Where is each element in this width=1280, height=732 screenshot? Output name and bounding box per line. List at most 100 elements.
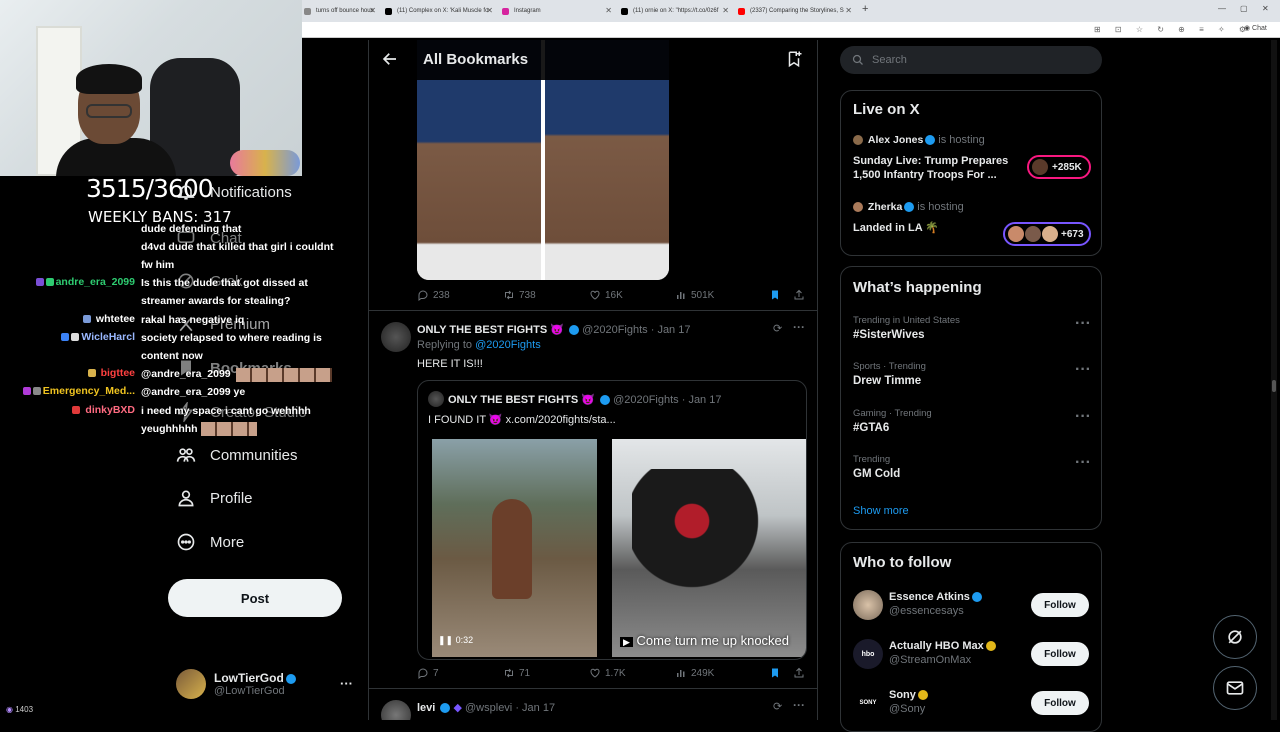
live-listeners-pill[interactable]: +285K	[1027, 155, 1091, 179]
viewer-count: ◉ 1403	[6, 705, 34, 714]
browser-tab[interactable]: turns off bounce hous ✕	[300, 3, 380, 20]
copilot-icon[interactable]: ◉ Chat	[1244, 24, 1274, 36]
messages-float-button[interactable]	[1213, 666, 1257, 710]
reply-button[interactable]: 7	[417, 667, 503, 679]
tweet-more-icon[interactable]: ···	[793, 320, 805, 334]
tweet-date[interactable]: · Jan 17	[651, 324, 691, 336]
webcam-plush	[230, 150, 300, 176]
nav-communities[interactable]: Communities	[176, 445, 298, 465]
retweet-button[interactable]: 71	[503, 667, 589, 679]
close-icon[interactable]: ✕	[486, 6, 493, 15]
webcam-glasses	[86, 104, 132, 118]
replying-to-link[interactable]: @2020Fights	[475, 339, 541, 351]
retweet-button[interactable]: 738	[503, 289, 589, 301]
nav-profile[interactable]: Profile	[176, 488, 253, 508]
like-button[interactable]: 1.7K	[589, 667, 675, 679]
pause-icon[interactable]: ❚❚ 0:32	[438, 635, 473, 646]
live-listeners-pill[interactable]: +673	[1003, 222, 1091, 246]
card-title: Who to follow	[853, 554, 952, 571]
share-button[interactable]	[793, 667, 805, 679]
video-player[interactable]: ▶ Come turn me up knocked	[612, 439, 806, 657]
scrollbar-thumb[interactable]	[1272, 380, 1276, 392]
browser-tab[interactable]: (11) Complex on X: 'Kali Muscle fo ✕	[381, 3, 497, 20]
chat-message: dude defending that	[141, 223, 242, 235]
close-icon[interactable]: ✕	[605, 6, 612, 15]
show-more-link[interactable]: Show more	[853, 505, 909, 517]
tweet-author[interactable]: levi	[417, 702, 435, 714]
nav-more[interactable]: More	[176, 532, 244, 552]
account-switcher[interactable]: LowTierGod @LowTierGod	[176, 669, 296, 699]
avatar	[176, 669, 206, 699]
video-player[interactable]: ❚❚ 0:32	[432, 439, 597, 657]
minimize-button[interactable]: —	[1218, 4, 1226, 13]
chat-message: fw him	[141, 259, 175, 271]
avatar[interactable]	[381, 322, 411, 352]
tweet-handle[interactable]: @2020Fights	[582, 324, 648, 336]
share-button[interactable]	[793, 289, 805, 301]
communities-icon	[176, 448, 196, 462]
follow-button[interactable]: Follow	[1031, 691, 1089, 715]
grok-analyze-icon[interactable]: ⟳	[773, 700, 782, 713]
reply-icon	[418, 290, 428, 301]
search-input[interactable]: Search	[840, 46, 1102, 74]
avatar[interactable]	[381, 700, 411, 720]
back-arrow-icon[interactable]	[381, 50, 399, 68]
x-logo-icon	[385, 8, 392, 15]
trend-more-icon[interactable]: ···	[1075, 361, 1091, 379]
reply-button[interactable]: 238	[417, 289, 503, 301]
like-button[interactable]: 16K	[589, 289, 675, 301]
trend-more-icon[interactable]: ···	[1075, 408, 1091, 426]
views-button[interactable]: 501K	[675, 289, 769, 301]
tweet-more-icon[interactable]: ···	[793, 698, 805, 712]
replying-to: Replying to @2020Fights	[417, 339, 541, 351]
page-scrollbar[interactable]	[1271, 40, 1277, 720]
tweet-author[interactable]: ONLY THE BEST FIGHTS 😈	[417, 324, 564, 336]
close-icon[interactable]: ✕	[722, 6, 729, 15]
views-button[interactable]: 249K	[675, 667, 769, 679]
bookmark-button[interactable]	[769, 289, 793, 301]
bookmark-button[interactable]	[769, 667, 793, 679]
verified-badge-icon	[904, 202, 915, 213]
browser-tab[interactable]: (2337) Comparing the Storylines, S ✕	[734, 3, 856, 20]
mail-icon	[1226, 681, 1244, 695]
grok-analyze-icon[interactable]: ⟳	[773, 322, 782, 335]
post-button[interactable]: Post	[168, 579, 342, 617]
follow-button[interactable]: Follow	[1031, 593, 1089, 617]
browser-tab[interactable]: Instagram ✕	[498, 3, 616, 20]
tweet-handle[interactable]: @wsplevi	[465, 702, 512, 714]
bookmark-folder-add-icon[interactable]	[785, 50, 803, 73]
tab-favicon-icon	[304, 8, 311, 15]
verified-badge-icon	[917, 690, 928, 701]
chat-badge-icon	[35, 278, 44, 287]
trend-item[interactable]: Sports · Trending Drew Timme ···	[853, 361, 1091, 387]
divider	[369, 310, 817, 311]
trend-more-icon[interactable]: ···	[1075, 315, 1091, 333]
avatar	[1025, 226, 1041, 242]
trend-item[interactable]: Gaming · Trending #GTA6 ···	[853, 408, 1091, 434]
verified-badge-icon	[440, 703, 451, 714]
close-window-button[interactable]: ✕	[1262, 4, 1269, 13]
grok-float-button[interactable]	[1213, 615, 1257, 659]
search-icon	[852, 54, 863, 65]
chat-badge-icon	[22, 387, 31, 396]
quote-handle: @2020Fights	[613, 394, 679, 406]
trend-item[interactable]: Trending in United States #SisterWives ·…	[853, 315, 1091, 341]
emoji-badge-icon: ◆	[453, 702, 462, 714]
follow-button[interactable]: Follow	[1031, 642, 1089, 666]
who-to-follow-card: Who to follow Essence Atkins @essencesay…	[840, 542, 1102, 732]
new-tab-button[interactable]: +	[862, 3, 868, 15]
tweet-actions: 7 71 1.7K 249K	[417, 667, 817, 679]
close-icon[interactable]: ✕	[845, 6, 852, 15]
chat-message: i need my space i cant go wehhhh	[141, 405, 311, 417]
browser-tab[interactable]: (11) ornie on X: "https://t.co/0z6f ✕	[617, 3, 733, 20]
quote-tweet[interactable]: ONLY THE BEST FIGHTS 😈 @2020Fights · Jan…	[417, 380, 807, 660]
nav-notifications[interactable]: Notifications	[176, 182, 292, 202]
play-icon[interactable]: ▶	[620, 637, 633, 647]
maximize-button[interactable]: ▢	[1240, 4, 1248, 13]
trend-more-icon[interactable]: ···	[1075, 454, 1091, 472]
account-more-icon[interactable]: ···	[340, 676, 353, 691]
close-icon[interactable]: ✕	[369, 6, 376, 15]
trend-item[interactable]: Trending GM Cold ···	[853, 454, 1091, 480]
tweet-header: levi ◆ @wsplevi · Jan 17	[417, 701, 555, 714]
tweet-date[interactable]: · Jan 17	[515, 702, 555, 714]
